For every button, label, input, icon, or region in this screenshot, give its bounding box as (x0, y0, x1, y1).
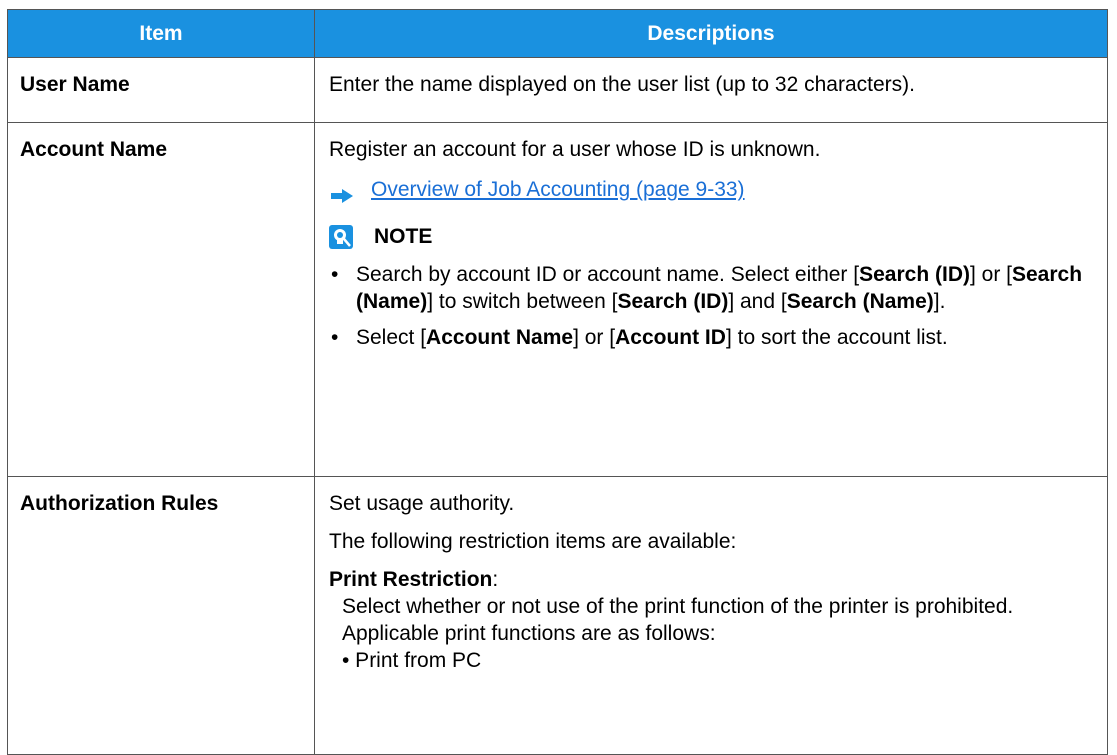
search-id-label: Search (ID) (617, 290, 729, 313)
restriction-heading: Print Restriction: (329, 566, 1093, 593)
bullet: • (331, 326, 339, 349)
text-run: ] or [ (573, 326, 616, 349)
account-id-label: Account ID (615, 326, 726, 349)
right-arrow-icon (331, 183, 353, 203)
column-header-descriptions: Descriptions (314, 9, 1108, 58)
item-cell: Account Name (7, 122, 315, 477)
item-cell: User Name (7, 57, 315, 123)
description-text: Set usage authority. (329, 492, 515, 515)
table-row: Authorization Rules Set usage authority.… (7, 476, 1108, 755)
description-text: Register an account for a user whose ID … (329, 138, 821, 161)
function-item: • Print from PC (342, 649, 482, 672)
list-item: • Select [Account Name] or [Account ID] … (329, 324, 1093, 351)
colon: : (492, 568, 499, 591)
description-text: Enter the name displayed on the user lis… (329, 73, 915, 96)
job-accounting-link[interactable]: Overview of Job Accounting (page 9-33) (371, 176, 745, 203)
table-header-row: Item Descriptions (7, 9, 1108, 58)
table-row: User Name Enter the name displayed on th… (7, 57, 1108, 123)
text-run: Search by account ID or account name. Se… (356, 263, 860, 286)
description-text: The following restriction items are avai… (329, 530, 737, 553)
text-run: ] to switch between [ (427, 290, 618, 313)
description-cell: Enter the name displayed on the user lis… (314, 57, 1108, 123)
search-name-label: Search (Name) (786, 290, 934, 313)
description-cell: Register an account for a user whose ID … (314, 122, 1108, 477)
text-run: ] and [ (728, 290, 787, 313)
note-heading: NOTE (329, 223, 1093, 250)
item-cell: Authorization Rules (7, 476, 315, 755)
text-run: ]. (933, 290, 946, 313)
text-run: ] or [ (969, 263, 1012, 286)
note-list: • Search by account ID or account name. … (329, 261, 1093, 351)
note-title: NOTE (374, 225, 433, 248)
account-name-label: Account Name (426, 326, 574, 349)
text-run: ] to sort the account list. (725, 326, 948, 349)
restriction-description: Select whether or not use of the print f… (342, 595, 1014, 618)
text-run: Select [ (356, 326, 427, 349)
description-cell: Set usage authority. The following restr… (314, 476, 1108, 755)
cross-reference: Overview of Job Accounting (page 9-33) (331, 176, 1093, 203)
bullet: • (331, 263, 339, 286)
print-restriction-label: Print Restriction (329, 568, 493, 591)
page: Item Descriptions User Name Enter the na… (0, 0, 1117, 755)
list-item: • Search by account ID or account name. … (329, 261, 1093, 315)
search-id-label: Search (ID) (859, 263, 970, 286)
settings-table: Item Descriptions User Name Enter the na… (7, 9, 1108, 755)
applicable-functions: Applicable print functions are as follow… (342, 622, 716, 645)
column-header-item: Item (7, 9, 315, 58)
table-row: Account Name Register an account for a u… (7, 122, 1108, 477)
lightbulb-note-icon (329, 224, 353, 249)
